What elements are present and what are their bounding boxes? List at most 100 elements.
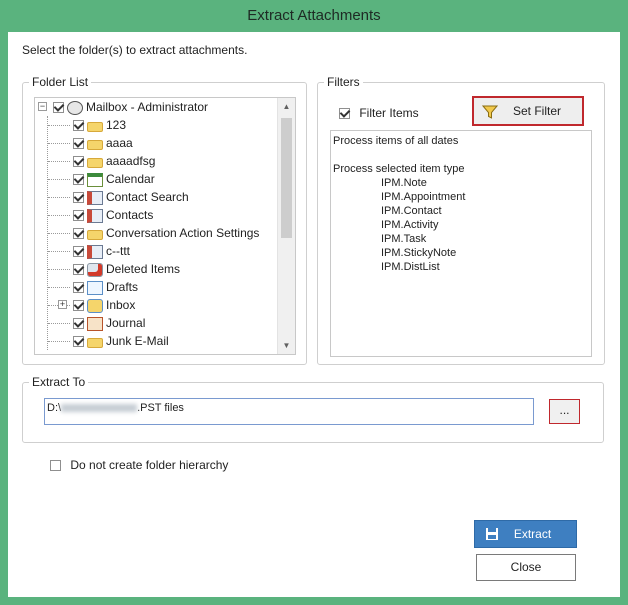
no-hierarchy-label: Do not create folder hierarchy (70, 458, 229, 472)
folder-checkbox[interactable] (73, 264, 84, 276)
folder-checkbox[interactable] (73, 210, 84, 222)
folder-tree-item-label: Journal (106, 316, 146, 330)
tree-branch-line (48, 269, 70, 270)
folder-tree-item-label: Deleted Items (106, 262, 181, 276)
tree-branch-line (48, 215, 70, 216)
folder-tree-item[interactable]: 123 (73, 116, 126, 134)
destination-path-input[interactable]: D:\ .PST files (44, 398, 534, 425)
mailbox-icon (67, 100, 83, 115)
filter-summary-dates: Process items of all dates (333, 135, 459, 147)
filter-item-type: IPM.DistList (381, 261, 440, 273)
folder-list-legend: Folder List (32, 75, 89, 89)
folder-icon (87, 155, 103, 169)
tree-branch-line (48, 197, 70, 198)
folder-tree-item[interactable]: aaaa (73, 134, 133, 152)
save-disk-icon (486, 528, 498, 540)
folder-tree-item[interactable]: Contacts (73, 206, 153, 224)
tree-branch-line (48, 323, 70, 324)
folder-tree-item-label: Inbox (106, 298, 136, 312)
filter-item-type: IPM.Contact (381, 205, 442, 217)
folder-checkbox[interactable] (73, 138, 84, 150)
extract-to-legend: Extract To (32, 375, 86, 389)
instruction-text: Select the folder(s) to extract attachme… (22, 43, 248, 57)
tree-branch-line (48, 287, 70, 288)
folder-checkbox[interactable] (73, 246, 84, 258)
folder-checkbox[interactable] (73, 228, 84, 240)
folder-tree-item[interactable]: Mailbox - Administrator (53, 98, 208, 116)
folder-checkbox[interactable] (73, 282, 84, 294)
expand-icon[interactable]: + (58, 300, 67, 309)
extract-button[interactable]: Extract (474, 520, 577, 548)
folder-tree-item-label: aaaadfsg (106, 154, 156, 168)
folder-tree-item[interactable]: Conversation Action Settings (73, 224, 259, 242)
journal-icon (87, 316, 103, 331)
folder-tree-item[interactable]: Junk E-Mail (73, 332, 169, 350)
funnel-icon (482, 105, 498, 119)
folder-checkbox[interactable] (73, 120, 84, 132)
folder-checkbox[interactable] (73, 300, 84, 312)
folder-icon (87, 335, 103, 349)
folder-tree-item[interactable]: aaaadfsg (73, 152, 155, 170)
folder-checkbox[interactable] (73, 318, 84, 330)
filter-item-type: IPM.Task (381, 233, 427, 245)
folder-checkbox[interactable] (73, 336, 84, 348)
no-hierarchy-checkbox[interactable] (50, 460, 61, 472)
folder-tree-item-label: 123 (106, 118, 127, 132)
folder-tree-item-label: Drafts (106, 280, 139, 294)
filter-item-type: IPM.Activity (381, 219, 439, 231)
folder-tree-item[interactable]: Deleted Items (73, 260, 180, 278)
folder-tree-item[interactable]: Journal (73, 314, 145, 332)
extract-attachments-window: Extract Attachments Select the folder(s)… (0, 0, 628, 605)
set-filter-label: Set Filter (512, 104, 561, 118)
set-filter-button[interactable]: Set Filter (472, 96, 584, 126)
contact-card-icon (87, 190, 103, 205)
deleted-items-icon (87, 262, 103, 277)
inbox-icon (87, 298, 103, 313)
folder-tree-item-label: Contacts (106, 208, 154, 222)
folder-icon (87, 137, 103, 151)
folder-tree[interactable]: − Mailbox - Administrator 123 aaaa aaaadfsg C… (34, 97, 296, 355)
folder-tree-item-label: Contact Search (106, 190, 189, 204)
scroll-thumb[interactable] (281, 118, 292, 238)
filter-items-checkbox[interactable] (339, 108, 350, 120)
filter-items-option[interactable]: Filter Items (339, 106, 419, 120)
folder-tree-item-label: Junk E-Mail (106, 334, 169, 348)
dialog-client-area: Select the folder(s) to extract attachme… (8, 32, 620, 597)
tree-branch-line (48, 161, 70, 162)
close-button[interactable]: Close (476, 554, 576, 581)
path-redacted (61, 404, 138, 413)
folder-checkbox[interactable] (73, 192, 84, 204)
filter-item-type: IPM.Note (381, 177, 427, 189)
browse-button[interactable]: ... (549, 399, 580, 424)
folder-tree-item-label: Mailbox - Administrator (86, 100, 209, 114)
collapse-icon[interactable]: − (38, 102, 47, 111)
folder-checkbox[interactable] (53, 102, 64, 114)
window-title: Extract Attachments (247, 7, 381, 24)
filter-items-label: Filter Items (359, 106, 419, 120)
folder-tree-item-label: aaaa (106, 136, 133, 150)
folder-tree-item-label: c--ttt (106, 244, 130, 258)
folder-tree-item-label: Conversation Action Settings (106, 226, 260, 240)
filter-item-type: IPM.StickyNote (381, 247, 457, 259)
tree-branch-line (48, 341, 70, 342)
folder-tree-item[interactable]: c--ttt (73, 242, 130, 260)
tree-branch-line (48, 143, 70, 144)
filter-summary-box: Process items of all dates Process selec… (330, 130, 592, 357)
tree-branch-line (48, 251, 70, 252)
no-hierarchy-option[interactable]: Do not create folder hierarchy (50, 458, 228, 472)
folder-checkbox[interactable] (73, 156, 84, 168)
folder-icon (87, 119, 103, 133)
filter-item-type: IPM.Appointment (381, 191, 466, 203)
scroll-up-arrow-icon[interactable]: ▲ (278, 98, 295, 115)
scroll-down-arrow-icon[interactable]: ▼ (278, 337, 295, 354)
folder-checkbox[interactable] (73, 174, 84, 186)
contact-card-icon (87, 208, 103, 223)
folder-tree-item[interactable]: Calendar (73, 170, 155, 188)
folder-tree-item[interactable]: Contact Search (73, 188, 189, 206)
tree-branch-line (48, 125, 70, 126)
folder-tree-item[interactable]: Drafts (73, 278, 138, 296)
path-prefix: D:\ (47, 402, 62, 414)
folder-tree-scrollbar[interactable]: ▲ ▼ (277, 98, 295, 354)
tree-branch-line (48, 179, 70, 180)
folder-tree-item[interactable]: Inbox (73, 296, 135, 314)
